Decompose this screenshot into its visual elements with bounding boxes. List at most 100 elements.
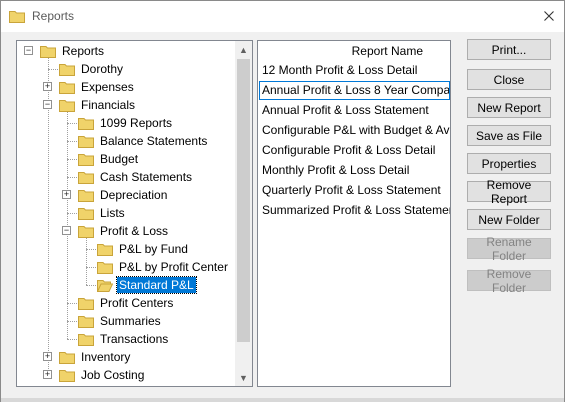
tree-item-label[interactable]: Job Costing [79, 367, 146, 383]
tree-item-label[interactable]: Dorothy [79, 61, 125, 77]
tree-connector [67, 141, 77, 142]
folder-icon [78, 298, 94, 310]
properties-button[interactable]: Properties [467, 153, 551, 174]
save-as-file-button[interactable]: Save as File [467, 125, 551, 146]
folder-icon [78, 334, 94, 346]
tree-item-label[interactable]: Reports [60, 43, 106, 59]
report-list-item[interactable]: Quarterly Profit & Loss Statement [259, 181, 450, 200]
folder-icon [78, 190, 94, 202]
tree-item[interactable]: − Financials [17, 96, 236, 114]
tree-item[interactable]: Cash Statements [17, 168, 236, 186]
tree-item[interactable]: + Expenses [17, 78, 236, 96]
folder-icon [40, 46, 56, 58]
folder-icon [78, 226, 94, 238]
reports-folder-icon [9, 11, 25, 23]
tree-item[interactable]: + Job Costing [17, 366, 236, 384]
collapse-icon[interactable]: − [24, 46, 33, 55]
collapse-icon[interactable]: − [43, 100, 52, 109]
remove-folder-button[interactable]: Remove Folder [467, 267, 551, 295]
tree-item[interactable]: P&L by Profit Center [17, 258, 236, 276]
tree-item-label[interactable]: Budget [98, 151, 140, 167]
report-list-item[interactable]: Configurable Profit & Loss Detail [259, 141, 450, 160]
window-title: Reports [32, 9, 75, 23]
new-report-button[interactable]: New Report [467, 97, 551, 118]
tree-connector [67, 321, 77, 322]
tree-item-label[interactable]: Financials [79, 97, 137, 113]
close-button[interactable]: Close [467, 69, 551, 90]
scroll-up-arrow-icon[interactable]: ▲ [235, 41, 252, 58]
tree-connector [67, 339, 77, 340]
report-list-item[interactable]: Summarized Profit & Loss Statement [259, 201, 450, 220]
tree-item[interactable]: Balance Statements [17, 132, 236, 150]
tree-item[interactable]: 1099 Reports [17, 114, 236, 132]
report-name-column-header[interactable]: Report Name [258, 42, 450, 60]
reports-dialog: Reports − Reports Dorothy + Expenses − Financi… [0, 0, 565, 402]
tree-item[interactable]: Transactions [17, 330, 236, 348]
rename-folder-button[interactable]: Rename Folder [467, 235, 551, 263]
tree-connector [86, 285, 96, 286]
folder-icon [78, 118, 94, 130]
folder-icon [78, 208, 94, 220]
folder-icon [97, 244, 113, 256]
close-icon[interactable] [534, 1, 564, 31]
folder-icon [97, 262, 113, 274]
tree-item-label[interactable]: Inventory [79, 349, 132, 365]
tree-item[interactable]: + Inventory [17, 348, 236, 366]
scroll-down-arrow-icon[interactable]: ▼ [235, 369, 252, 386]
tree-connector [86, 249, 96, 250]
tree-connector [67, 123, 77, 124]
tree-item-label[interactable]: Profit Centers [98, 295, 175, 311]
tree-item[interactable]: + Depreciation [17, 186, 236, 204]
folder-tree[interactable]: − Reports Dorothy + Expenses − Financials 1099 … [16, 40, 253, 387]
tree-item-label[interactable]: P&L by Fund [117, 241, 190, 257]
tree-item[interactable]: P&L by Fund [17, 240, 236, 258]
scrollbar-thumb[interactable] [237, 59, 250, 342]
folder-icon [59, 352, 75, 364]
tree-item-label[interactable]: 1099 Reports [98, 115, 174, 131]
tree-item-label[interactable]: Expenses [79, 79, 136, 95]
tree-vertical-scrollbar[interactable]: ▲ ▼ [235, 41, 252, 386]
tree-item-label[interactable]: Cash Statements [98, 169, 194, 185]
tree-item-label[interactable]: P&L by Profit Center [117, 259, 230, 275]
tree-item-label[interactable]: Standard P&L [116, 276, 197, 294]
tree-item[interactable]: − Profit & Loss [17, 222, 236, 240]
tree-item[interactable]: − Reports [17, 42, 236, 60]
folder-icon [59, 370, 75, 382]
folder-icon [59, 82, 75, 94]
folder-icon [59, 64, 75, 76]
tree-item[interactable]: Profit Centers [17, 294, 236, 312]
expand-icon[interactable]: + [43, 82, 52, 91]
tree-item-label[interactable]: Balance Statements [98, 133, 209, 149]
new-folder-button[interactable]: New Folder [467, 209, 551, 230]
tree-connector [48, 69, 58, 70]
tree-item-label[interactable]: Lists [98, 205, 127, 221]
folder-icon [78, 172, 94, 184]
tree-connector [67, 159, 77, 160]
tree-item-label[interactable]: Summaries [98, 313, 163, 329]
expand-icon[interactable]: + [43, 370, 52, 379]
tree-item[interactable]: Dorothy [17, 60, 236, 78]
expand-icon[interactable]: + [62, 190, 71, 199]
report-list[interactable]: Report Name 12 Month Profit & Loss Detai… [257, 40, 451, 387]
report-list-item[interactable]: Annual Profit & Loss Statement [259, 101, 450, 120]
remove-report-button[interactable]: Remove Report [467, 178, 551, 206]
report-list-item[interactable]: 12 Month Profit & Loss Detail [259, 61, 450, 80]
print-button[interactable]: Print... [467, 39, 551, 60]
collapse-icon[interactable]: − [62, 226, 71, 235]
report-list-item[interactable]: Annual Profit & Loss 8 Year Comparison [259, 81, 450, 100]
tree-item-label[interactable]: Profit & Loss [98, 223, 170, 239]
folder-icon [78, 136, 94, 148]
tree-item-label[interactable]: Transactions [98, 331, 170, 347]
report-list-item[interactable]: Monthly Profit & Loss Detail [259, 161, 450, 180]
tree-item-label[interactable]: Depreciation [98, 187, 169, 203]
tree-connector [67, 303, 77, 304]
tree-item[interactable]: Standard P&L [17, 276, 236, 294]
folder-icon [78, 154, 94, 166]
tree-item[interactable]: Summaries [17, 312, 236, 330]
report-list-item[interactable]: Configurable P&L with Budget & Average [259, 121, 450, 140]
tree-item[interactable]: Lists [17, 204, 236, 222]
expand-icon[interactable]: + [43, 352, 52, 361]
title-bar: Reports [1, 1, 564, 32]
open-folder-icon [97, 280, 113, 292]
tree-item[interactable]: Budget [17, 150, 236, 168]
